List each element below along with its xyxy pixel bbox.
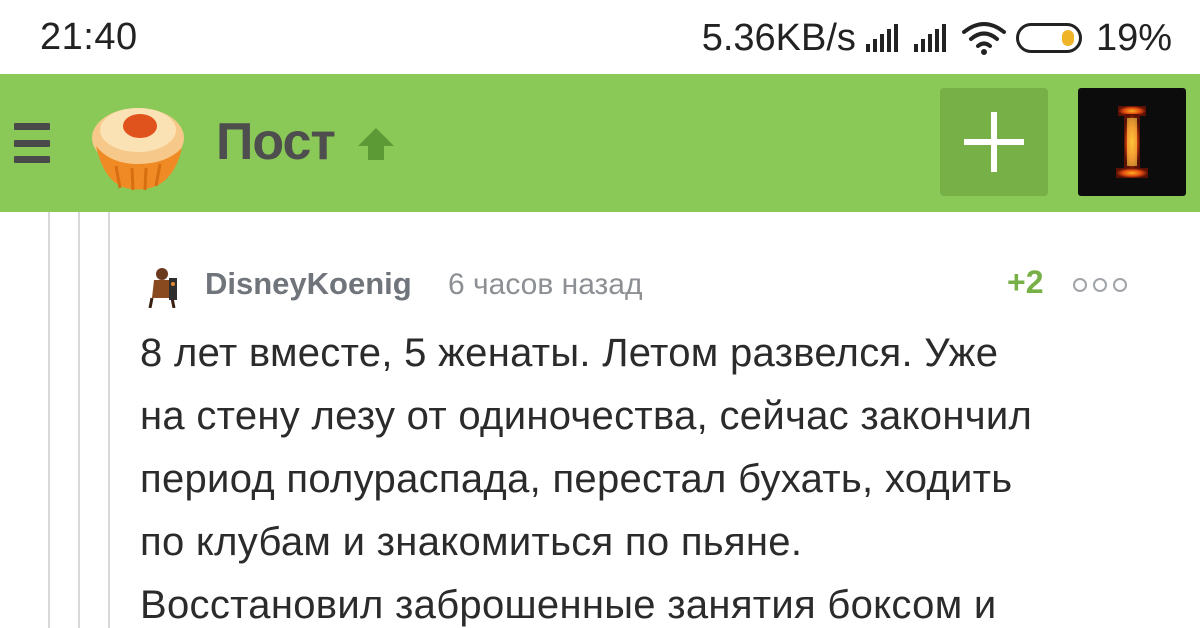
arrow-up-icon[interactable]: [354, 124, 398, 164]
page-title: Пост: [216, 113, 336, 171]
thread-line: [48, 212, 50, 628]
comment-body: 8 лет вместе, 5 женаты. Летом развелся. …: [140, 322, 1180, 628]
comment-username[interactable]: DisneyKoenig: [205, 266, 412, 302]
status-bar: 21:40 5.36KB/s 19%: [0, 0, 1200, 74]
more-options-icon[interactable]: [1073, 278, 1127, 292]
thread-line: [108, 212, 110, 628]
wifi-icon: [961, 22, 1006, 55]
signal-icon: [865, 24, 898, 52]
comment-line: период полураспада, перестал бухать, ход…: [140, 457, 1013, 501]
add-post-button[interactable]: [940, 88, 1048, 196]
comment-line: Восстановил заброшенные занятия боксом и: [140, 583, 997, 627]
user-avatar[interactable]: [140, 264, 184, 308]
comment-rating: +2: [1007, 264, 1044, 300]
cupcake-logo-icon[interactable]: [86, 96, 190, 192]
thread-line: [78, 212, 80, 628]
status-time: 21:40: [40, 16, 138, 58]
profile-image: [1116, 106, 1148, 178]
profile-avatar[interactable]: [1078, 88, 1186, 196]
signal-icon: [913, 24, 946, 52]
comment-line: по клубам и знакомиться по пьяне.: [140, 520, 803, 564]
app-bar: Пост: [0, 74, 1200, 212]
comment-line: на стену лезу от одиночества, сейчас зак…: [140, 394, 1033, 438]
network-speed: 5.36KB/s: [701, 16, 856, 59]
comment-line: 8 лет вместе, 5 женаты. Летом развелся. …: [140, 331, 999, 375]
status-right-group: 5.36KB/s 19%: [702, 16, 1172, 60]
comment-time: 6 часов назад: [448, 268, 643, 301]
battery-icon: [1015, 23, 1082, 53]
menu-icon[interactable]: [14, 123, 50, 163]
battery-percent: 19%: [1095, 16, 1172, 59]
